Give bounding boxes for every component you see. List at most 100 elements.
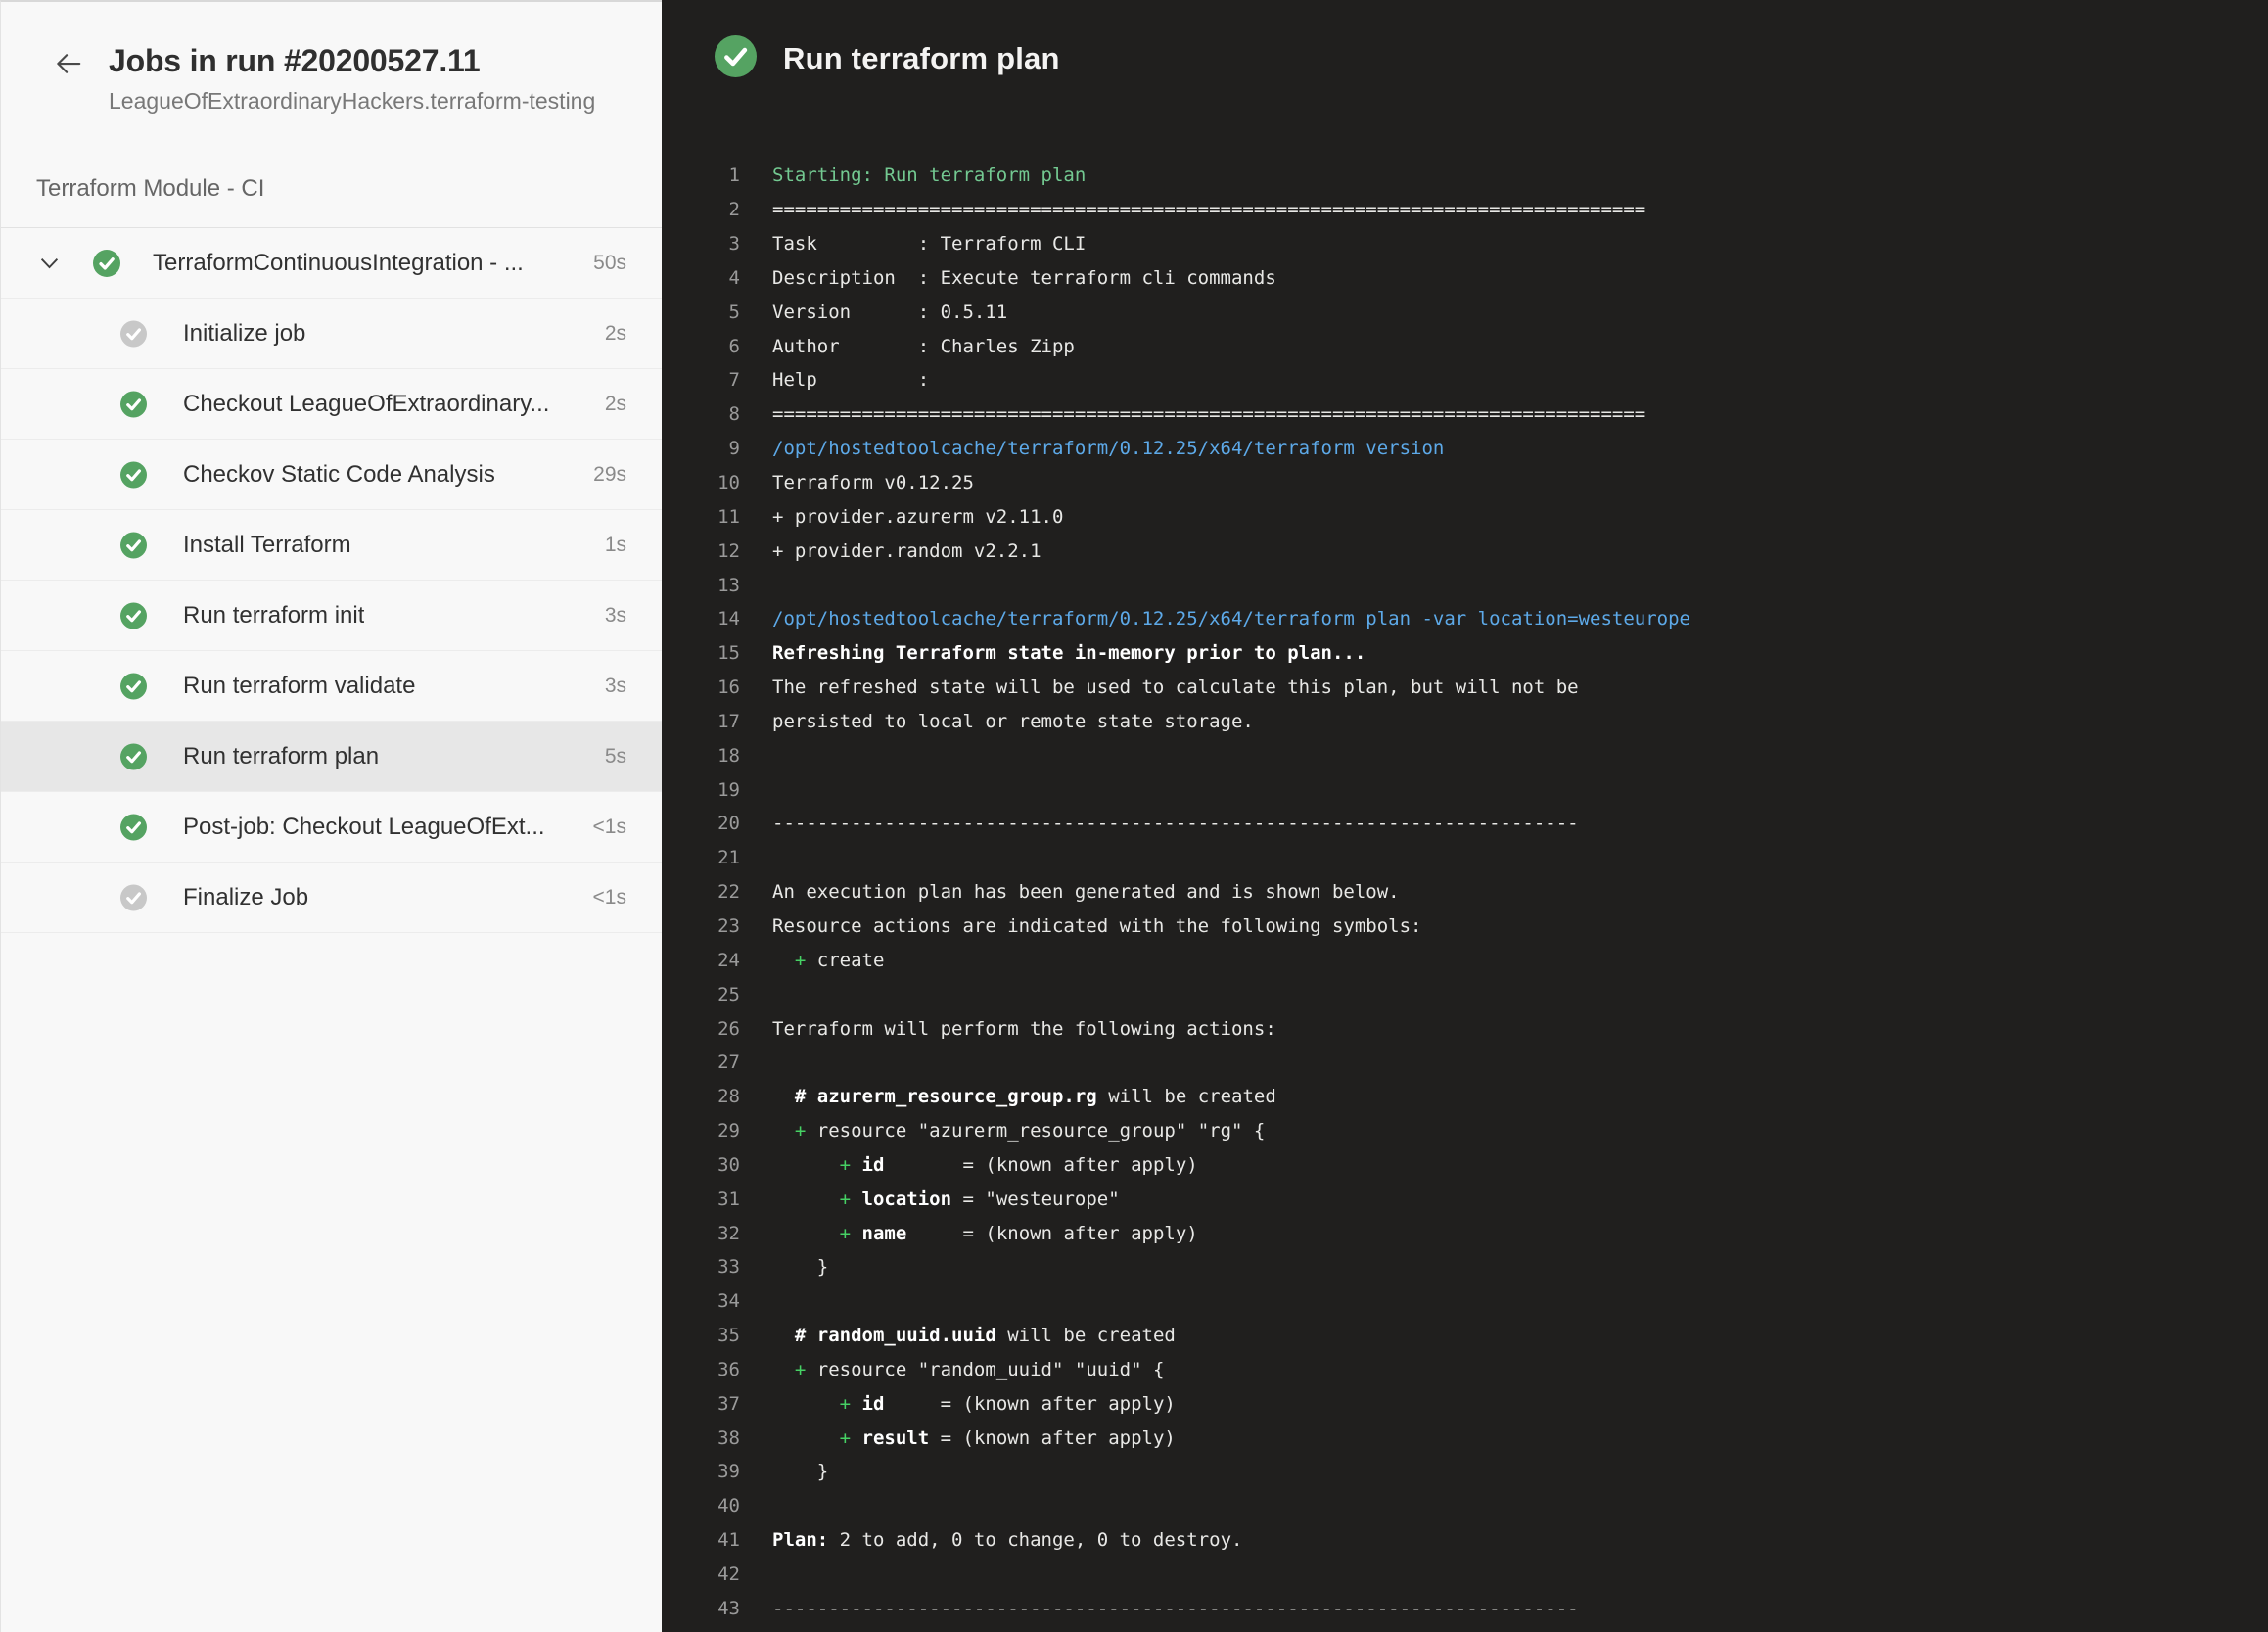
log-line-number[interactable]: 26 [662, 1018, 740, 1040]
log-line: 17persisted to local or remote state sto… [662, 705, 2268, 739]
log-line-number[interactable]: 34 [662, 1290, 740, 1312]
log-line: 16The refreshed state will be used to ca… [662, 671, 2268, 705]
log-line: 30 + id = (known after apply) [662, 1147, 2268, 1182]
log-line-number[interactable]: 13 [662, 575, 740, 596]
log-line: 28 # azurerm_resource_group.rg will be c… [662, 1080, 2268, 1114]
log-line: 26 Terraform will perform the following a… [662, 1011, 2268, 1046]
log-line-text: + id = (known after apply) [772, 1154, 1198, 1176]
log-line-number[interactable]: 8 [662, 403, 740, 425]
log-line-text: Description : Execute terraform cli comm… [772, 267, 1276, 289]
log-line-text: # azurerm_resource_group.rg will be crea… [772, 1086, 1276, 1107]
log-line-number[interactable]: 3 [662, 233, 740, 255]
log-line-text: Refreshing Terraform state in-memory pri… [772, 642, 1365, 664]
log-line: 40 [662, 1489, 2268, 1523]
step-row[interactable]: Install Terraform1s [1, 510, 662, 581]
log-line: 10Terraform v0.12.25 [662, 466, 2268, 500]
log-line-number[interactable]: 31 [662, 1189, 740, 1210]
log-line: 33 } [662, 1250, 2268, 1284]
log-line: 6Author : Charles Zipp [662, 329, 2268, 363]
log-line: 38 + result = (known after apply) [662, 1421, 2268, 1455]
log-line-number[interactable]: 4 [662, 267, 740, 289]
log-line: 42 [662, 1558, 2268, 1592]
log-line-number[interactable]: 9 [662, 438, 740, 459]
log-line-number[interactable]: 38 [662, 1427, 740, 1449]
log-line-number[interactable]: 18 [662, 745, 740, 767]
log-line-number[interactable]: 33 [662, 1256, 740, 1278]
log-line-number[interactable]: 12 [662, 540, 740, 562]
log-line-number[interactable]: 41 [662, 1529, 740, 1551]
log-line-number[interactable]: 27 [662, 1051, 740, 1073]
chevron-down-icon[interactable] [38, 252, 61, 274]
log-line-number[interactable]: 32 [662, 1223, 740, 1244]
log-line-number[interactable]: 20 [662, 813, 740, 834]
log-line-number[interactable]: 36 [662, 1359, 740, 1380]
log-line-number[interactable]: 5 [662, 302, 740, 323]
step-label: Run terraform plan [183, 743, 379, 770]
log-line: 34 [662, 1284, 2268, 1319]
log-line-text: Terraform will perform the following act… [772, 1018, 1276, 1040]
log-line: 4 Description : Execute terraform cli com… [662, 261, 2268, 296]
log-line-text: Task : Terraform CLI [772, 233, 1086, 255]
step-label: Initialize job [183, 320, 305, 348]
log-line-number[interactable]: 24 [662, 950, 740, 971]
log-line-number[interactable]: 6 [662, 336, 740, 357]
log-line-text: } [772, 1256, 828, 1278]
log-line: 20--------------------------------------… [662, 807, 2268, 841]
log-line-text: Resource actions are indicated with the … [772, 915, 1421, 937]
log-line-number[interactable]: 35 [662, 1325, 740, 1346]
log-line-text: /opt/hostedtoolcache/terraform/0.12.25/x… [772, 438, 1444, 459]
log-line-number[interactable]: 22 [662, 881, 740, 903]
pipeline-run-page: Jobs in run #20200527.11 LeagueOfExtraor… [0, 0, 2268, 1632]
step-label: Checkout LeagueOfExtraordinary... [183, 391, 549, 418]
log-line-text: + resource "random_uuid" "uuid" { [772, 1359, 1164, 1380]
step-row[interactable]: Run terraform init3s [1, 581, 662, 651]
log-line: 11+ provider.azurerm v2.11.0 [662, 499, 2268, 534]
step-row[interactable]: Checkov Static Code Analysis29s [1, 440, 662, 510]
job-row[interactable]: TerraformContinuousIntegration - ...50s [1, 228, 662, 299]
log-line-number[interactable]: 10 [662, 472, 740, 493]
log-line: 9/opt/hostedtoolcache/terraform/0.12.25/… [662, 432, 2268, 466]
log-line-number[interactable]: 21 [662, 847, 740, 868]
log-line-text: + create [772, 950, 884, 971]
step-duration: 2s [605, 393, 626, 416]
log-line: 36 + resource "random_uuid" "uuid" { [662, 1353, 2268, 1387]
step-row[interactable]: Run terraform plan5s [1, 722, 662, 792]
log-line-number[interactable]: 19 [662, 779, 740, 801]
log-line-number[interactable]: 25 [662, 984, 740, 1005]
log-line-number[interactable]: 2 [662, 199, 740, 220]
step-duration: <1s [593, 886, 626, 909]
log-line-number[interactable]: 11 [662, 506, 740, 528]
step-row[interactable]: Finalize Job<1s [1, 863, 662, 933]
step-row[interactable]: Initialize job2s [1, 299, 662, 369]
step-label: Run terraform validate [183, 673, 415, 700]
log-line: 22An execution plan has been generated a… [662, 875, 2268, 909]
log-line-number[interactable]: 7 [662, 369, 740, 391]
log-line-number[interactable]: 40 [662, 1495, 740, 1516]
log-line-number[interactable]: 29 [662, 1120, 740, 1142]
log-line-number[interactable]: 23 [662, 915, 740, 937]
log-line-number[interactable]: 17 [662, 711, 740, 732]
log-line: 41Plan: 2 to add, 0 to change, 0 to dest… [662, 1523, 2268, 1558]
log-line: 37 + id = (known after apply) [662, 1386, 2268, 1421]
step-row[interactable]: Checkout LeagueOfExtraordinary... 2s [1, 369, 662, 440]
log-line-number[interactable]: 39 [662, 1461, 740, 1482]
step-duration: <1s [593, 816, 626, 839]
step-duration: 29s [593, 463, 626, 487]
log-line-number[interactable]: 14 [662, 608, 740, 629]
log-panel: Run terraform plan 1Starting: Run terraf… [662, 0, 2268, 1632]
back-button[interactable] [50, 45, 87, 82]
log-line-number[interactable]: 37 [662, 1393, 740, 1415]
step-row[interactable]: Post-job: Checkout LeagueOfExt...<1s [1, 792, 662, 863]
log-line-number[interactable]: 42 [662, 1563, 740, 1585]
log-line-text: + provider.random v2.2.1 [772, 540, 1041, 562]
log-line-number[interactable]: 1 [662, 164, 740, 186]
step-row[interactable]: Run terraform validate 3s [1, 651, 662, 722]
log-line-number[interactable]: 28 [662, 1086, 740, 1107]
log-line-number[interactable]: 30 [662, 1154, 740, 1176]
log-line-number[interactable]: 43 [662, 1598, 740, 1619]
log-line: 2=======================================… [662, 193, 2268, 227]
step-duration: 3s [605, 675, 626, 698]
log-line-number[interactable]: 15 [662, 642, 740, 664]
success-check-icon [120, 743, 147, 769]
log-line-number[interactable]: 16 [662, 676, 740, 698]
